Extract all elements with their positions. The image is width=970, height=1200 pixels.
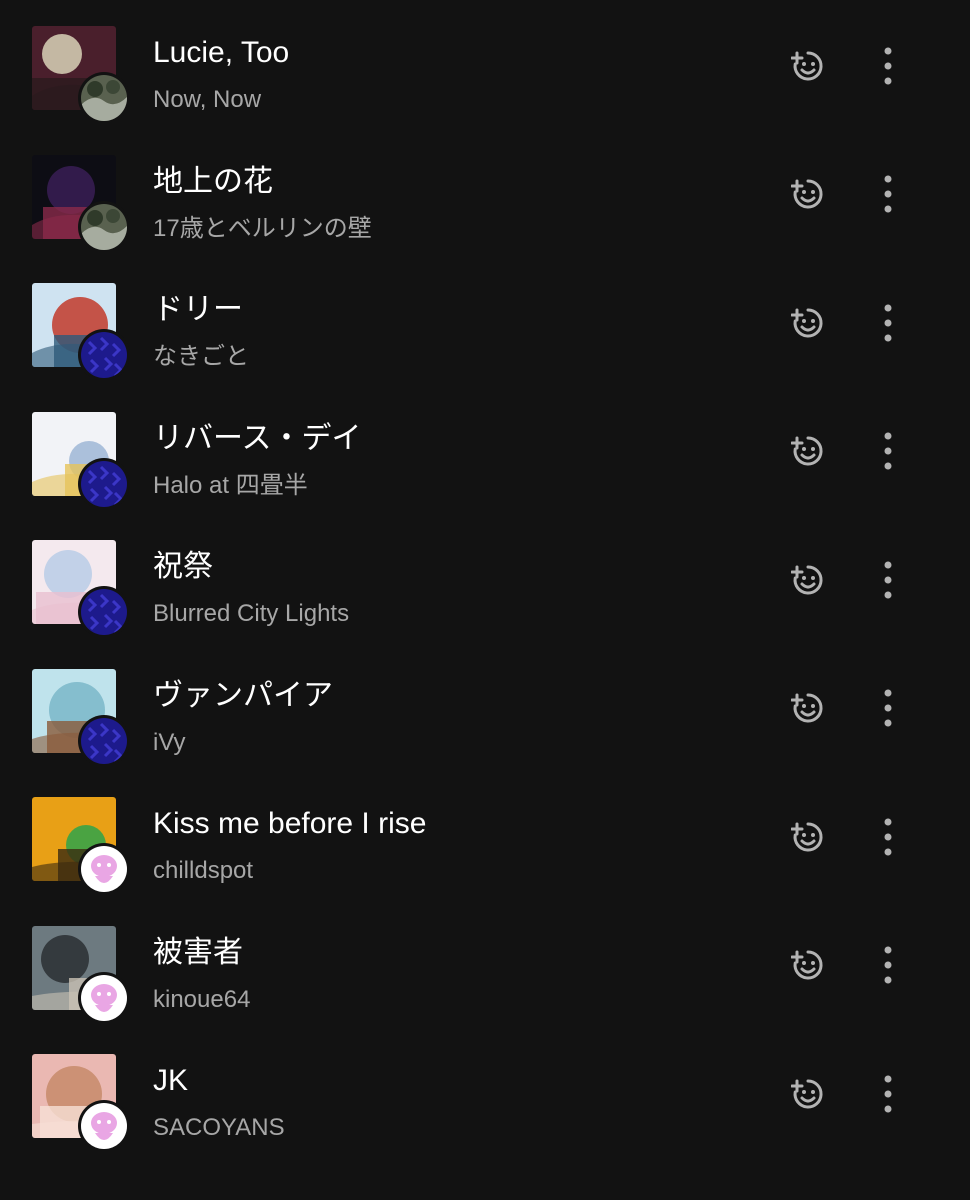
add-to-playlist-button[interactable] bbox=[786, 817, 830, 861]
more-options-button[interactable] bbox=[866, 946, 910, 990]
track-artist: Blurred City Lights bbox=[153, 600, 350, 627]
track-row[interactable]: 被害者 kinoue64 bbox=[0, 900, 970, 1028]
track-artist: Halo at 四畳半 bbox=[153, 471, 308, 499]
add-to-playlist-icon bbox=[790, 1077, 825, 1116]
add-to-playlist-icon bbox=[790, 948, 825, 987]
track-row[interactable]: JK SACOYANS bbox=[0, 1028, 970, 1156]
track-row[interactable]: Lucie, Too Now, Now bbox=[0, 0, 970, 128]
artist-avatar bbox=[78, 329, 130, 381]
track-artist: 17歳とベルリンの壁 bbox=[153, 214, 372, 242]
add-to-playlist-icon bbox=[790, 49, 825, 88]
add-to-playlist-button[interactable] bbox=[786, 175, 830, 219]
more-options-button[interactable] bbox=[866, 175, 910, 219]
more-options-button[interactable] bbox=[866, 303, 910, 347]
track-title: リバース・デイ bbox=[153, 421, 362, 455]
more-options-button[interactable] bbox=[866, 817, 910, 861]
track-title: JK bbox=[153, 1064, 189, 1097]
more-options-button[interactable] bbox=[866, 560, 910, 604]
add-to-playlist-button[interactable] bbox=[786, 46, 830, 90]
artist-avatar bbox=[78, 586, 130, 638]
more-options-button[interactable] bbox=[866, 1074, 910, 1118]
more-options-icon bbox=[883, 431, 893, 476]
add-to-playlist-icon bbox=[790, 563, 825, 602]
artist-avatar bbox=[78, 1100, 130, 1152]
add-to-playlist-icon bbox=[790, 306, 825, 345]
artist-avatar bbox=[78, 72, 130, 124]
track-title: Kiss me before I rise bbox=[153, 807, 427, 840]
track-title: 被害者 bbox=[153, 935, 243, 969]
artist-avatar bbox=[78, 843, 130, 895]
add-to-playlist-icon bbox=[790, 434, 825, 473]
track-artist: kinoue64 bbox=[153, 985, 251, 1013]
track-title: ドリー bbox=[153, 293, 243, 326]
more-options-button[interactable] bbox=[866, 689, 910, 733]
track-title: Lucie, Too bbox=[153, 36, 290, 69]
artist-avatar bbox=[78, 714, 130, 767]
track-artist: Now, Now bbox=[153, 86, 262, 113]
add-to-playlist-icon bbox=[790, 691, 825, 730]
track-title: 地上の花 bbox=[153, 164, 273, 198]
artist-avatar bbox=[78, 971, 130, 1024]
more-options-icon bbox=[883, 46, 893, 91]
more-options-icon bbox=[883, 817, 893, 862]
track-artist: iVy bbox=[153, 728, 186, 756]
add-to-playlist-icon bbox=[790, 820, 825, 859]
add-to-playlist-button[interactable] bbox=[786, 946, 830, 990]
add-to-playlist-button[interactable] bbox=[786, 689, 830, 733]
track-row[interactable]: 地上の花 17歳とベルリンの壁 bbox=[0, 129, 970, 257]
more-options-icon bbox=[883, 303, 893, 348]
add-to-playlist-button[interactable] bbox=[786, 1074, 830, 1118]
track-title: ヴァンパイア bbox=[153, 678, 333, 712]
track-row[interactable]: 祝祭 Blurred City Lights bbox=[0, 514, 970, 642]
track-row[interactable]: Kiss me before I rise chilldspot bbox=[0, 771, 970, 899]
track-artist: chilldspot bbox=[153, 857, 254, 884]
more-options-button[interactable] bbox=[866, 432, 910, 476]
track-row[interactable]: ヴァンパイア iVy bbox=[0, 643, 970, 771]
add-to-playlist-button[interactable] bbox=[786, 560, 830, 604]
track-row[interactable]: リバース・デイ Halo at 四畳半 bbox=[0, 386, 970, 514]
add-to-playlist-icon bbox=[790, 177, 825, 216]
more-options-icon bbox=[883, 560, 893, 605]
more-options-icon bbox=[883, 688, 893, 733]
more-options-button[interactable] bbox=[866, 46, 910, 90]
track-row[interactable]: ドリー なきごと bbox=[0, 257, 970, 385]
more-options-icon bbox=[883, 1074, 893, 1119]
artist-avatar bbox=[78, 200, 130, 253]
track-artist: SACOYANS bbox=[153, 1114, 285, 1141]
add-to-playlist-button[interactable] bbox=[786, 303, 830, 347]
more-options-icon bbox=[883, 174, 893, 219]
track-artist: なきごと bbox=[153, 343, 249, 370]
add-to-playlist-button[interactable] bbox=[786, 432, 830, 476]
track-title: 祝祭 bbox=[153, 550, 213, 583]
more-options-icon bbox=[883, 945, 893, 990]
artist-avatar bbox=[78, 457, 130, 510]
